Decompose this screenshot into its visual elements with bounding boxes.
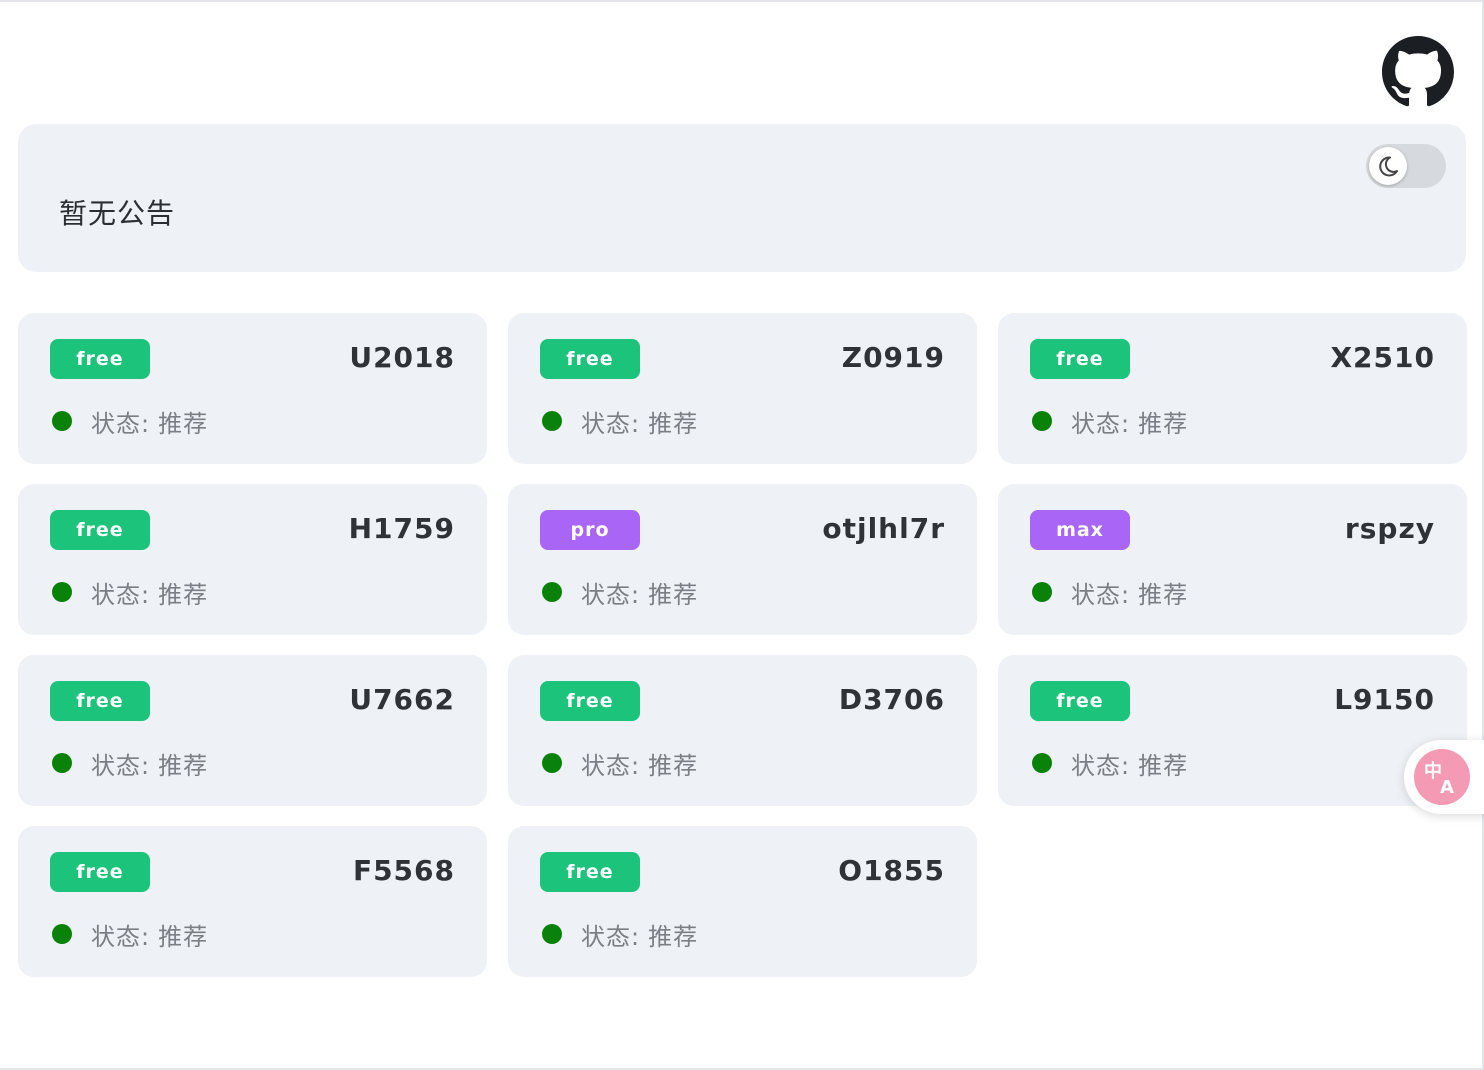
translate-glyph-icon: 中 A <box>1424 760 1454 798</box>
account-card[interactable]: free Z0919 状态: 推荐 <box>508 313 977 464</box>
status-dot-icon <box>542 924 562 944</box>
tier-badge: free <box>50 339 150 379</box>
status-row: 状态: 推荐 <box>1032 576 1189 609</box>
status-value: 推荐 <box>648 922 699 951</box>
status-label: 状态: <box>1071 580 1131 609</box>
status-row: 状态: 推荐 <box>542 918 699 951</box>
announcement-text: 暂无公告 <box>59 197 176 230</box>
status-label: 状态: <box>581 751 641 780</box>
translate-icon: 中 A <box>1414 749 1470 805</box>
card-code: U7662 <box>349 683 455 716</box>
status-dot-icon <box>542 582 562 602</box>
status-label: 状态: <box>1071 409 1131 438</box>
status-dot-icon <box>52 753 72 773</box>
account-card[interactable]: free U7662 状态: 推荐 <box>18 655 487 806</box>
status-dot-icon <box>52 582 72 602</box>
tier-badge: pro <box>540 510 640 550</box>
translate-button[interactable]: 中 A <box>1404 740 1484 814</box>
github-icon[interactable] <box>1382 36 1454 108</box>
tier-badge: free <box>540 339 640 379</box>
card-code: D3706 <box>838 683 945 716</box>
status-label: 状态: <box>91 580 151 609</box>
status-value: 推荐 <box>158 580 209 609</box>
account-card[interactable]: free X2510 状态: 推荐 <box>998 313 1467 464</box>
card-code: H1759 <box>348 512 455 545</box>
page: 暂无公告 free U2018 状态: 推荐 free Z0919 状态: 推荐… <box>0 0 1484 1070</box>
status-row: 状态: 推荐 <box>52 918 209 951</box>
status-value: 推荐 <box>1138 409 1189 438</box>
account-card[interactable]: free L9150 状态: 推荐 <box>998 655 1467 806</box>
card-code: otjlhl7r <box>822 512 945 545</box>
account-card[interactable]: free U2018 状态: 推荐 <box>18 313 487 464</box>
account-card[interactable]: free F5568 状态: 推荐 <box>18 826 487 977</box>
tier-badge: max <box>1030 510 1130 550</box>
card-code: Z0919 <box>841 341 945 374</box>
status-value: 推荐 <box>158 922 209 951</box>
moon-icon <box>1379 156 1398 177</box>
status-dot-icon <box>52 924 72 944</box>
status-dot-icon <box>1032 411 1052 431</box>
status-dot-icon <box>1032 753 1052 773</box>
card-code: O1855 <box>838 854 945 887</box>
card-grid: free U2018 状态: 推荐 free Z0919 状态: 推荐 free… <box>18 313 1467 977</box>
status-row: 状态: 推荐 <box>52 747 209 780</box>
status-label: 状态: <box>91 751 151 780</box>
status-row: 状态: 推荐 <box>1032 747 1189 780</box>
card-code: X2510 <box>1330 341 1435 374</box>
status-value: 推荐 <box>648 409 699 438</box>
status-row: 状态: 推荐 <box>52 576 209 609</box>
status-row: 状态: 推荐 <box>542 747 699 780</box>
tier-badge: free <box>50 852 150 892</box>
account-card[interactable]: free D3706 状态: 推荐 <box>508 655 977 806</box>
status-dot-icon <box>52 411 72 431</box>
theme-toggle[interactable] <box>1366 144 1446 188</box>
toggle-knob <box>1369 147 1407 185</box>
status-value: 推荐 <box>648 580 699 609</box>
tier-badge: free <box>1030 339 1130 379</box>
status-label: 状态: <box>581 580 641 609</box>
status-value: 推荐 <box>1138 751 1189 780</box>
announcement-panel: 暂无公告 <box>18 124 1466 272</box>
status-row: 状态: 推荐 <box>52 405 209 438</box>
status-label: 状态: <box>91 922 151 951</box>
card-code: rspzy <box>1344 512 1435 545</box>
status-row: 状态: 推荐 <box>1032 405 1189 438</box>
status-row: 状态: 推荐 <box>542 576 699 609</box>
tier-badge: free <box>1030 681 1130 721</box>
card-code: F5568 <box>352 854 455 887</box>
tier-badge: free <box>540 852 640 892</box>
account-card[interactable]: free O1855 状态: 推荐 <box>508 826 977 977</box>
status-label: 状态: <box>581 409 641 438</box>
account-card[interactable]: free H1759 状态: 推荐 <box>18 484 487 635</box>
card-code: L9150 <box>1334 683 1435 716</box>
status-row: 状态: 推荐 <box>542 405 699 438</box>
status-value: 推荐 <box>648 751 699 780</box>
status-label: 状态: <box>91 409 151 438</box>
status-value: 推荐 <box>1138 580 1189 609</box>
github-logo-icon <box>1382 36 1454 107</box>
card-code: U2018 <box>349 341 455 374</box>
status-label: 状态: <box>581 922 641 951</box>
account-card[interactable]: pro otjlhl7r 状态: 推荐 <box>508 484 977 635</box>
tier-badge: free <box>540 681 640 721</box>
status-label: 状态: <box>1071 751 1131 780</box>
status-dot-icon <box>1032 582 1052 602</box>
status-dot-icon <box>542 411 562 431</box>
tier-badge: free <box>50 681 150 721</box>
tier-badge: free <box>50 510 150 550</box>
account-card[interactable]: max rspzy 状态: 推荐 <box>998 484 1467 635</box>
status-value: 推荐 <box>158 751 209 780</box>
status-value: 推荐 <box>158 409 209 438</box>
svg-text:A: A <box>1440 777 1454 798</box>
status-dot-icon <box>542 753 562 773</box>
